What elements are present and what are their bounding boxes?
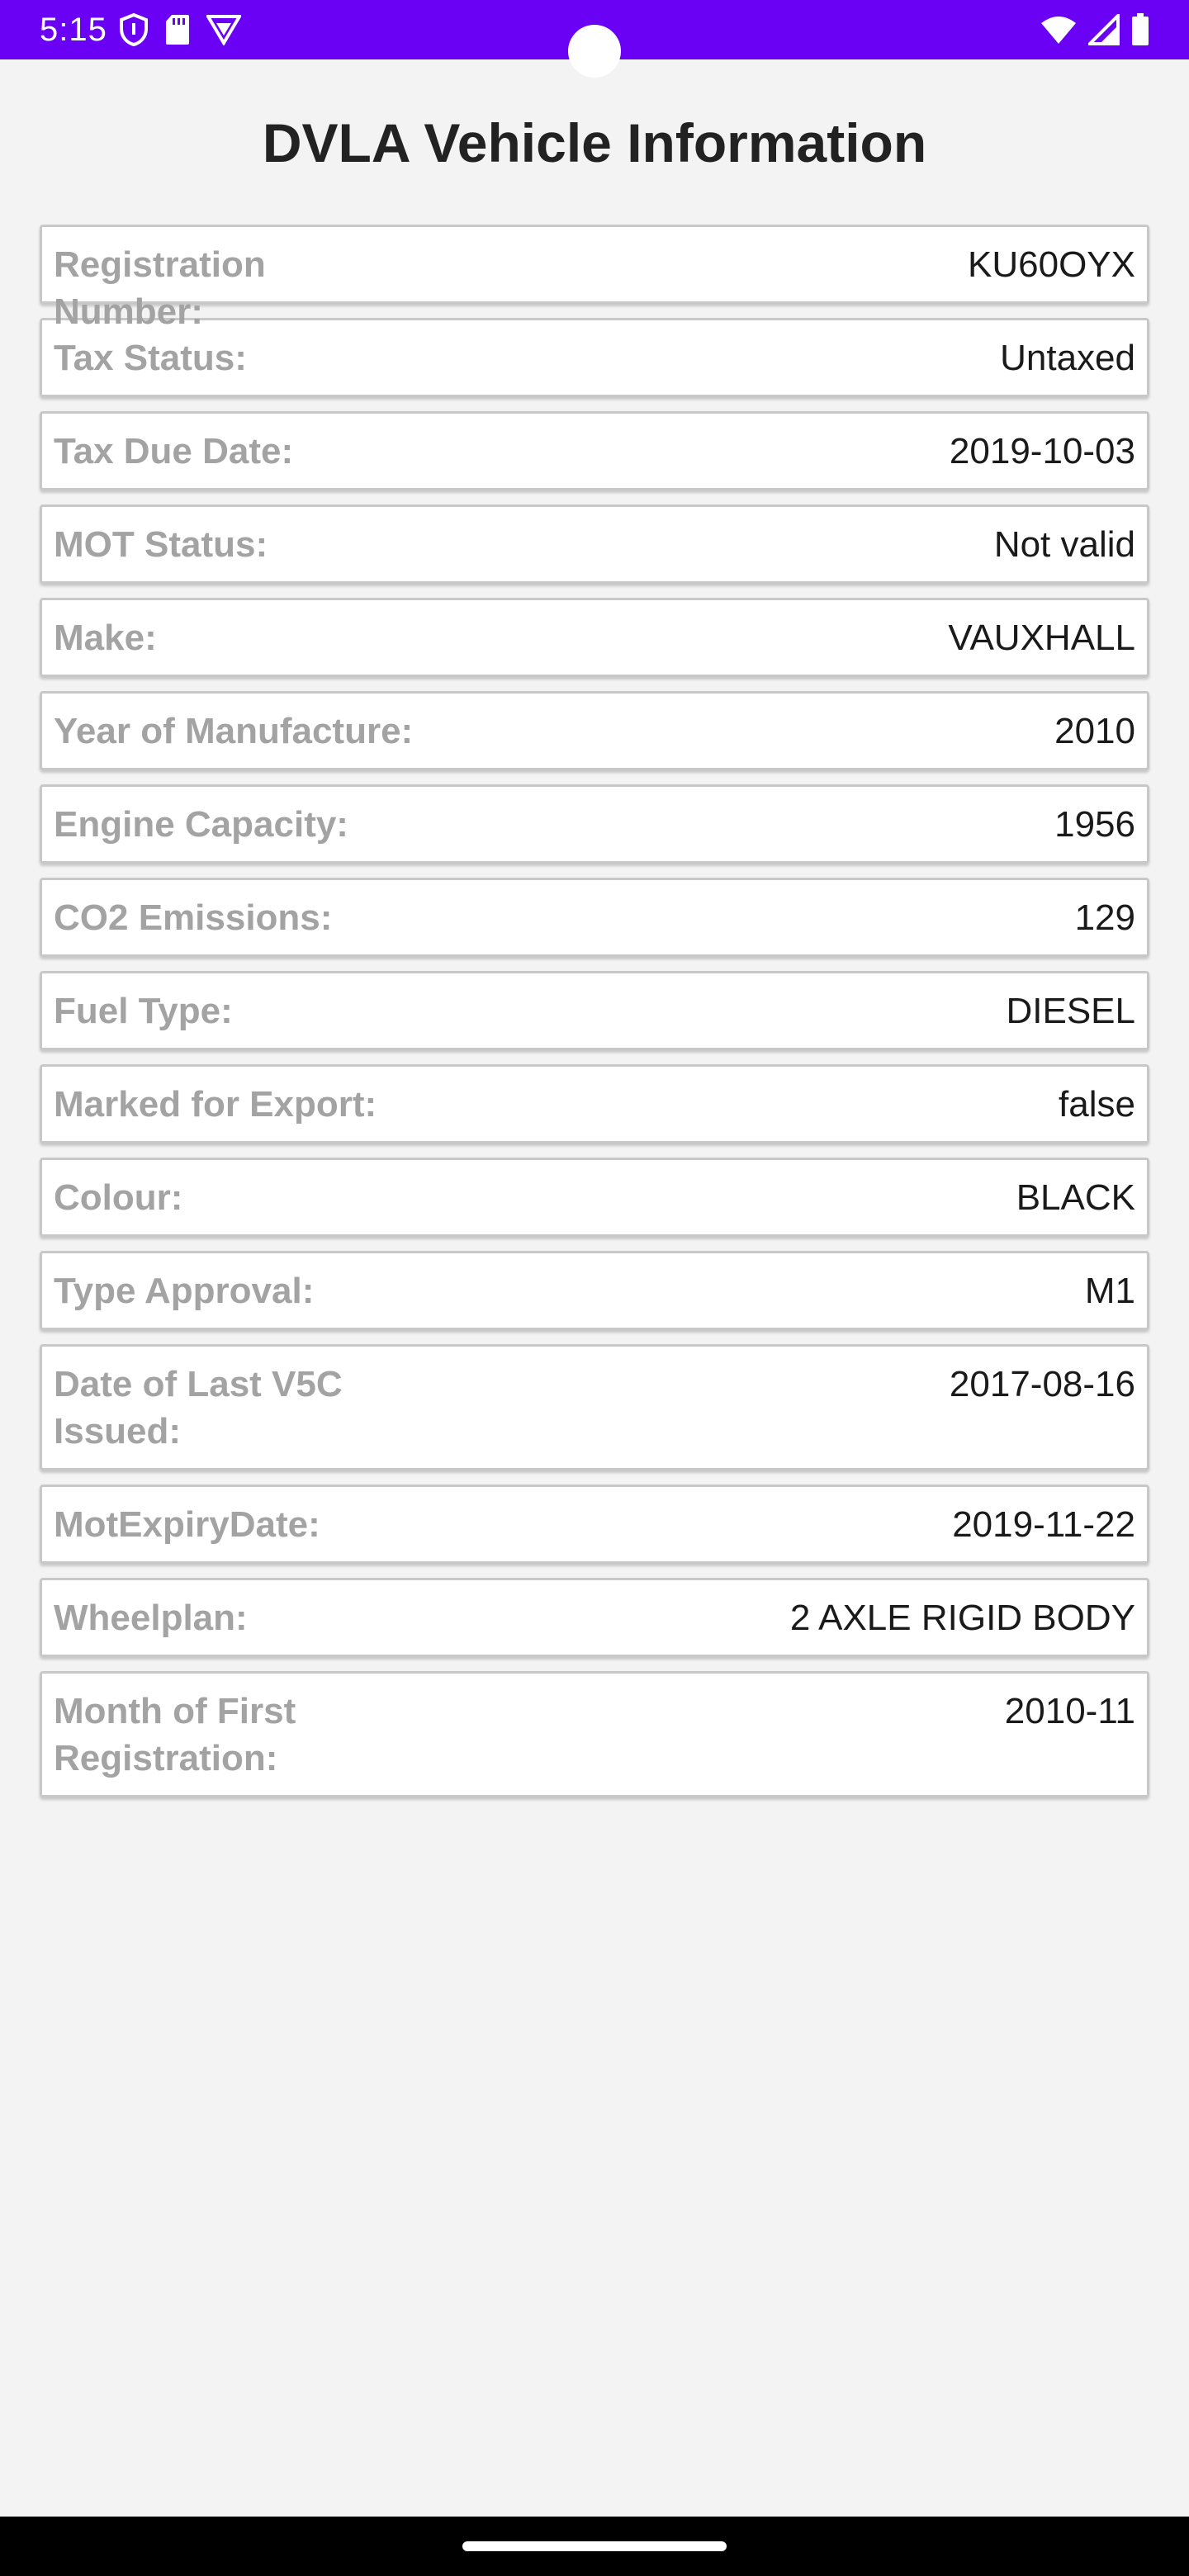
- info-label: Month of First Registration:: [54, 1691, 296, 1778]
- info-row-marked-for-export: Marked for Export: false: [40, 1064, 1149, 1144]
- info-label: Fuel Type:: [54, 991, 233, 1031]
- info-value: 1956: [1054, 804, 1135, 845]
- info-row-registration-number: Registration Number: KU60OYX: [40, 225, 1149, 332]
- info-row-engine-capacity: Engine Capacity: 1956: [40, 784, 1149, 864]
- info-value: M1: [1084, 1271, 1135, 1311]
- info-row-make: Make: VAUXHALL: [40, 598, 1149, 677]
- info-value: 2019-10-03: [949, 431, 1135, 471]
- info-value: Untaxed: [1000, 338, 1135, 378]
- info-row-type-approval: Type Approval: M1: [40, 1251, 1149, 1330]
- home-indicator[interactable]: [462, 2541, 727, 2551]
- info-label: CO2 Emissions:: [54, 897, 333, 938]
- info-value: 2019-11-22: [952, 1504, 1135, 1545]
- info-row-mot-status: MOT Status: Not valid: [40, 504, 1149, 584]
- info-label: Engine Capacity:: [54, 804, 348, 845]
- info-value: 2010: [1054, 711, 1135, 751]
- sd-card-icon: [166, 15, 189, 45]
- info-row-colour: Colour: BLACK: [40, 1158, 1149, 1237]
- info-value: 2 AXLE RIGID BODY: [789, 1598, 1135, 1638]
- info-label: Colour:: [54, 1177, 183, 1218]
- info-label: MotExpiryDate:: [54, 1504, 320, 1545]
- info-value: 2010-11: [1004, 1691, 1135, 1731]
- status-icons-left: [119, 13, 241, 46]
- info-label: Tax Due Date:: [54, 431, 294, 471]
- info-value: Not valid: [993, 524, 1135, 565]
- info-value: VAUXHALL: [948, 618, 1135, 658]
- shield-icon: [120, 13, 148, 46]
- vehicle-info-list: Registration Number: KU60OYX Tax Status:…: [40, 225, 1149, 1811]
- info-label: Make:: [54, 618, 157, 658]
- info-row-date-of-last-v5c-issued: Date of Last V5C Issued: 2017-08-16: [40, 1344, 1149, 1470]
- info-value: 129: [1074, 897, 1135, 938]
- info-label: Tax Status:: [54, 338, 247, 378]
- status-icons-right: [1040, 12, 1149, 48]
- info-label: Year of Manufacture:: [54, 711, 414, 751]
- info-label: Type Approval:: [54, 1271, 315, 1311]
- info-row-month-of-first-registration: Month of First Registration: 2010-11: [40, 1671, 1149, 1797]
- cellular-signal-icon: [1088, 14, 1120, 45]
- page-title: DVLA Vehicle Information: [262, 112, 927, 173]
- info-row-co2-emissions: CO2 Emissions: 129: [40, 878, 1149, 957]
- navigation-bar: [0, 2517, 1189, 2576]
- info-label: Wheelplan:: [54, 1598, 248, 1638]
- info-value: KU60OYX: [968, 244, 1135, 285]
- info-label: MOT Status:: [54, 524, 268, 565]
- info-row-year-of-manufacture: Year of Manufacture: 2010: [40, 691, 1149, 770]
- info-row-fuel-type: Fuel Type: DIESEL: [40, 971, 1149, 1050]
- info-value: false: [1059, 1084, 1135, 1125]
- battery-icon: [1132, 13, 1149, 45]
- info-value: DIESEL: [1006, 991, 1135, 1031]
- info-label: Registration Number:: [54, 244, 266, 332]
- info-value: BLACK: [1016, 1177, 1135, 1218]
- wifi-icon: [1041, 17, 1076, 44]
- camera-notch: [568, 25, 621, 78]
- info-row-tax-due-date: Tax Due Date: 2019-10-03: [40, 411, 1149, 490]
- status-bar: 5:15: [0, 0, 1189, 78]
- status-time: 5:15: [40, 12, 107, 48]
- info-label: Marked for Export:: [54, 1084, 377, 1125]
- info-label: Date of Last V5C Issued:: [54, 1364, 343, 1451]
- info-row-wheelplan: Wheelplan: 2 AXLE RIGID BODY: [40, 1578, 1149, 1657]
- info-row-mot-expiry-date: MotExpiryDate: 2019-11-22: [40, 1485, 1149, 1564]
- info-value: 2017-08-16: [949, 1364, 1135, 1404]
- vpn-icon: [206, 15, 241, 45]
